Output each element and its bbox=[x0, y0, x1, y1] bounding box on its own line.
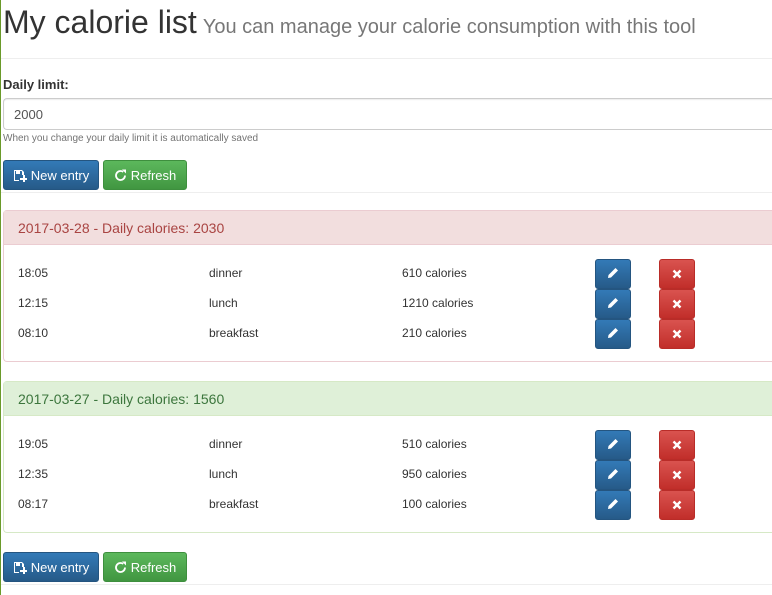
delete-button[interactable] bbox=[659, 490, 695, 520]
entry-time: 19:05 bbox=[18, 437, 49, 451]
entry-time: 08:10 bbox=[18, 326, 49, 340]
page-title: My calorie list bbox=[3, 4, 197, 40]
delete-button[interactable] bbox=[659, 259, 695, 289]
entry-time: 12:35 bbox=[18, 467, 49, 481]
close-icon bbox=[672, 438, 682, 453]
new-entry-button-bottom[interactable]: New entry bbox=[3, 552, 99, 582]
divider bbox=[1, 58, 772, 59]
entry-calories: 1210 calories bbox=[402, 296, 474, 310]
pencil-icon bbox=[607, 267, 619, 282]
page-subtitle: You can manage your calorie consumption … bbox=[202, 16, 696, 38]
close-icon bbox=[672, 468, 682, 483]
entry-row: 08:17 breakfast 100 calories bbox=[4, 490, 772, 520]
entry-meal: breakfast bbox=[209, 497, 259, 511]
entry-calories: 510 calories bbox=[402, 437, 467, 451]
refresh-label: Refresh bbox=[130, 167, 177, 183]
divider bbox=[1, 192, 772, 193]
entry-calories: 210 calories bbox=[402, 326, 467, 340]
entry-calories: 100 calories bbox=[402, 497, 467, 511]
page-header: My calorie list You can manage your calor… bbox=[3, 4, 696, 41]
entry-meal: dinner bbox=[209, 266, 243, 280]
pencil-icon bbox=[607, 438, 619, 453]
entry-calories: 950 calories bbox=[402, 467, 467, 481]
entry-meal: breakfast bbox=[209, 326, 259, 340]
entry-time: 12:15 bbox=[18, 296, 49, 310]
entry-calories: 610 calories bbox=[402, 266, 467, 280]
daily-limit-label: Daily limit: bbox=[3, 77, 69, 92]
pencil-icon bbox=[607, 498, 619, 513]
pencil-icon bbox=[607, 468, 619, 483]
entry-time: 08:17 bbox=[18, 497, 49, 511]
refresh-button-bottom[interactable]: Refresh bbox=[103, 552, 187, 582]
refresh-icon bbox=[114, 169, 127, 182]
day-heading: 2017-03-27 - Daily calories: 1560 bbox=[4, 382, 772, 416]
entry-row: 08:10 breakfast 210 calories bbox=[4, 319, 772, 349]
day-heading: 2017-03-28 - Daily calories: 2030 bbox=[4, 211, 772, 245]
pencil-icon bbox=[607, 297, 619, 312]
delete-button[interactable] bbox=[659, 430, 695, 460]
entry-row: 12:15 lunch 1210 calories bbox=[4, 289, 772, 319]
new-entry-label: New entry bbox=[30, 559, 90, 575]
edit-button[interactable] bbox=[595, 319, 631, 349]
close-icon bbox=[672, 297, 682, 312]
entry-meal: lunch bbox=[209, 467, 238, 481]
new-entry-icon bbox=[13, 561, 27, 574]
delete-button[interactable] bbox=[659, 319, 695, 349]
new-entry-label: New entry bbox=[30, 167, 90, 183]
day-panel: 2017-03-27 - Daily calories: 1560 19:05 … bbox=[3, 381, 772, 533]
edit-button[interactable] bbox=[595, 490, 631, 520]
edit-button[interactable] bbox=[595, 289, 631, 319]
refresh-button[interactable]: Refresh bbox=[103, 160, 187, 190]
entry-time: 18:05 bbox=[18, 266, 49, 280]
entry-row: 12:35 lunch 950 calories bbox=[4, 460, 772, 490]
day-panel: 2017-03-28 - Daily calories: 2030 18:05 … bbox=[3, 210, 772, 362]
delete-button[interactable] bbox=[659, 460, 695, 490]
close-icon bbox=[672, 327, 682, 342]
refresh-label: Refresh bbox=[130, 559, 177, 575]
daily-limit-help: When you change your daily limit it is a… bbox=[3, 133, 259, 144]
new-entry-button[interactable]: New entry bbox=[3, 160, 99, 190]
close-icon bbox=[672, 498, 682, 513]
pencil-icon bbox=[607, 327, 619, 342]
edit-button[interactable] bbox=[595, 460, 631, 490]
edit-button[interactable] bbox=[595, 430, 631, 460]
entry-row: 18:05 dinner 610 calories bbox=[4, 259, 772, 289]
new-entry-icon bbox=[13, 169, 27, 182]
daily-limit-input[interactable] bbox=[3, 98, 772, 130]
entry-meal: lunch bbox=[209, 296, 238, 310]
refresh-icon bbox=[114, 561, 127, 574]
delete-button[interactable] bbox=[659, 289, 695, 319]
close-icon bbox=[672, 267, 682, 282]
entry-row: 19:05 dinner 510 calories bbox=[4, 430, 772, 460]
entry-meal: dinner bbox=[209, 437, 243, 451]
divider bbox=[1, 584, 772, 585]
edit-button[interactable] bbox=[595, 259, 631, 289]
